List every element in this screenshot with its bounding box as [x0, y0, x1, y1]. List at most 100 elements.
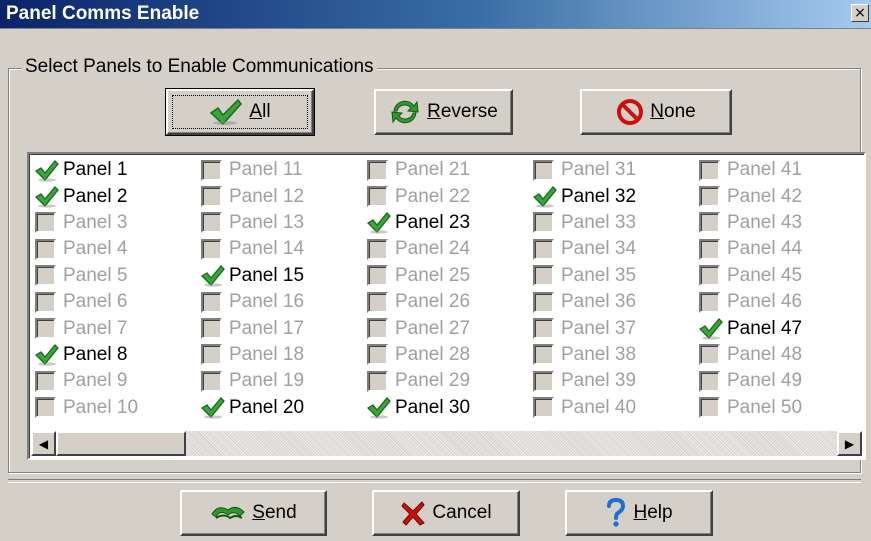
panel-checkbox-item[interactable]: Panel 17 [201, 315, 367, 341]
panel-checkbox-item[interactable]: Panel 41 [699, 157, 865, 183]
panel-checkbox-item[interactable]: Panel 45 [699, 263, 865, 289]
unchecked-checkbox[interactable] [35, 370, 56, 392]
panel-checkbox-item[interactable]: Panel 33 [533, 210, 699, 236]
panel-checkbox-item[interactable]: Panel 5 [35, 263, 201, 289]
unchecked-checkbox[interactable] [201, 318, 222, 340]
checked-checkbox[interactable] [366, 212, 391, 235]
panel-checkbox-item[interactable]: Panel 50 [699, 395, 865, 421]
scroll-left-button[interactable]: ◀ [31, 431, 56, 456]
unchecked-checkbox[interactable] [533, 291, 554, 313]
panel-checkbox-item[interactable]: Panel 34 [533, 236, 699, 262]
panel-checkbox-item[interactable]: Panel 27 [367, 315, 533, 341]
panel-checkbox-item[interactable]: Panel 3 [35, 210, 201, 236]
panel-checkbox-item[interactable]: Panel 14 [201, 236, 367, 262]
panel-checkbox-item[interactable]: Panel 12 [201, 183, 367, 209]
unchecked-checkbox[interactable] [367, 370, 388, 392]
all-button[interactable]: All [165, 88, 315, 136]
panel-checkbox-item[interactable]: Panel 43 [699, 210, 865, 236]
panel-checkbox-item[interactable]: Panel 6 [35, 289, 201, 315]
unchecked-checkbox[interactable] [201, 186, 222, 208]
panel-checkbox-item[interactable]: Panel 40 [533, 395, 699, 421]
panel-checkbox-item[interactable]: Panel 46 [699, 289, 865, 315]
unchecked-checkbox[interactable] [367, 159, 388, 181]
unchecked-checkbox[interactable] [201, 212, 222, 234]
unchecked-checkbox[interactable] [533, 370, 554, 392]
panel-checkbox-item[interactable]: Panel 42 [699, 183, 865, 209]
none-button[interactable]: None [580, 89, 732, 135]
scroll-right-button[interactable]: ▶ [837, 431, 862, 456]
unchecked-checkbox[interactable] [699, 265, 720, 287]
unchecked-checkbox[interactable] [367, 291, 388, 313]
unchecked-checkbox[interactable] [699, 370, 720, 392]
panel-checkbox-item[interactable]: Panel 26 [367, 289, 533, 315]
cancel-button[interactable]: Cancel [372, 490, 520, 536]
checked-checkbox[interactable] [34, 344, 59, 367]
panel-checkbox-item[interactable]: Panel 9 [35, 368, 201, 394]
checked-checkbox[interactable] [34, 159, 59, 182]
unchecked-checkbox[interactable] [699, 291, 720, 313]
panel-checkbox-item[interactable]: Panel 35 [533, 263, 699, 289]
unchecked-checkbox[interactable] [35, 212, 56, 234]
unchecked-checkbox[interactable] [35, 397, 56, 419]
panel-checkbox-item[interactable]: Panel 1 [34, 157, 201, 183]
panel-checkbox-item[interactable]: Panel 31 [533, 157, 699, 183]
reverse-button[interactable]: Reverse [374, 89, 513, 135]
panel-checkbox-item[interactable]: Panel 8 [34, 342, 201, 368]
panel-checkbox-item[interactable]: Panel 16 [201, 289, 367, 315]
unchecked-checkbox[interactable] [533, 397, 554, 419]
panel-checkbox-item[interactable]: Panel 32 [532, 183, 699, 209]
panel-checkbox-item[interactable]: Panel 15 [200, 263, 367, 289]
unchecked-checkbox[interactable] [699, 344, 720, 366]
unchecked-checkbox[interactable] [367, 344, 388, 366]
panel-checkbox-item[interactable]: Panel 2 [34, 183, 201, 209]
panel-checkbox-item[interactable]: Panel 22 [367, 183, 533, 209]
checked-checkbox[interactable] [34, 186, 59, 208]
unchecked-checkbox[interactable] [35, 318, 56, 340]
panel-checkbox-item[interactable]: Panel 29 [367, 368, 533, 394]
panel-list[interactable]: Panel 1 Panel 2 Panel 3 Panel 4 Panel 5 Panel… [27, 152, 866, 460]
unchecked-checkbox[interactable] [35, 265, 56, 287]
unchecked-checkbox[interactable] [201, 159, 222, 181]
panel-checkbox-item[interactable]: Panel 24 [367, 236, 533, 262]
unchecked-checkbox[interactable] [699, 397, 720, 419]
panel-checkbox-item[interactable]: Panel 10 [35, 395, 201, 421]
unchecked-checkbox[interactable] [367, 238, 388, 260]
panel-checkbox-item[interactable]: Panel 21 [367, 157, 533, 183]
panel-checkbox-item[interactable]: Panel 39 [533, 368, 699, 394]
panel-checkbox-item[interactable]: Panel 44 [699, 236, 865, 262]
panel-checkbox-item[interactable]: Panel 25 [367, 263, 533, 289]
unchecked-checkbox[interactable] [533, 159, 554, 181]
send-button[interactable]: Send [180, 490, 327, 536]
panel-checkbox-item[interactable]: Panel 30 [366, 395, 533, 421]
checked-checkbox[interactable] [200, 397, 225, 419]
panel-checkbox-item[interactable]: Panel 37 [533, 315, 699, 341]
unchecked-checkbox[interactable] [367, 186, 388, 208]
unchecked-checkbox[interactable] [699, 186, 720, 208]
unchecked-checkbox[interactable] [201, 344, 222, 366]
panel-checkbox-item[interactable]: Panel 49 [699, 368, 865, 394]
checked-checkbox[interactable] [532, 186, 557, 208]
panel-checkbox-item[interactable]: Panel 20 [200, 395, 367, 421]
unchecked-checkbox[interactable] [367, 318, 388, 340]
unchecked-checkbox[interactable] [201, 291, 222, 313]
panel-checkbox-item[interactable]: Panel 11 [201, 157, 367, 183]
unchecked-checkbox[interactable] [533, 265, 554, 287]
scroll-thumb[interactable] [56, 431, 186, 456]
unchecked-checkbox[interactable] [367, 265, 388, 287]
unchecked-checkbox[interactable] [699, 238, 720, 260]
panel-checkbox-item[interactable]: Panel 19 [201, 368, 367, 394]
panel-checkbox-item[interactable]: Panel 23 [366, 210, 533, 236]
panel-checkbox-item[interactable]: Panel 4 [35, 236, 201, 262]
unchecked-checkbox[interactable] [533, 212, 554, 234]
unchecked-checkbox[interactable] [35, 238, 56, 260]
panel-checkbox-item[interactable]: Panel 13 [201, 210, 367, 236]
panel-checkbox-item[interactable]: Panel 38 [533, 342, 699, 368]
panel-checkbox-item[interactable]: Panel 36 [533, 289, 699, 315]
close-button[interactable]: × [851, 4, 869, 22]
checked-checkbox[interactable] [698, 318, 723, 340]
help-button[interactable]: Help [565, 490, 713, 536]
unchecked-checkbox[interactable] [533, 344, 554, 366]
panel-checkbox-item[interactable]: Panel 18 [201, 342, 367, 368]
checked-checkbox[interactable] [200, 265, 225, 287]
panel-checkbox-item[interactable]: Panel 47 [698, 315, 865, 341]
